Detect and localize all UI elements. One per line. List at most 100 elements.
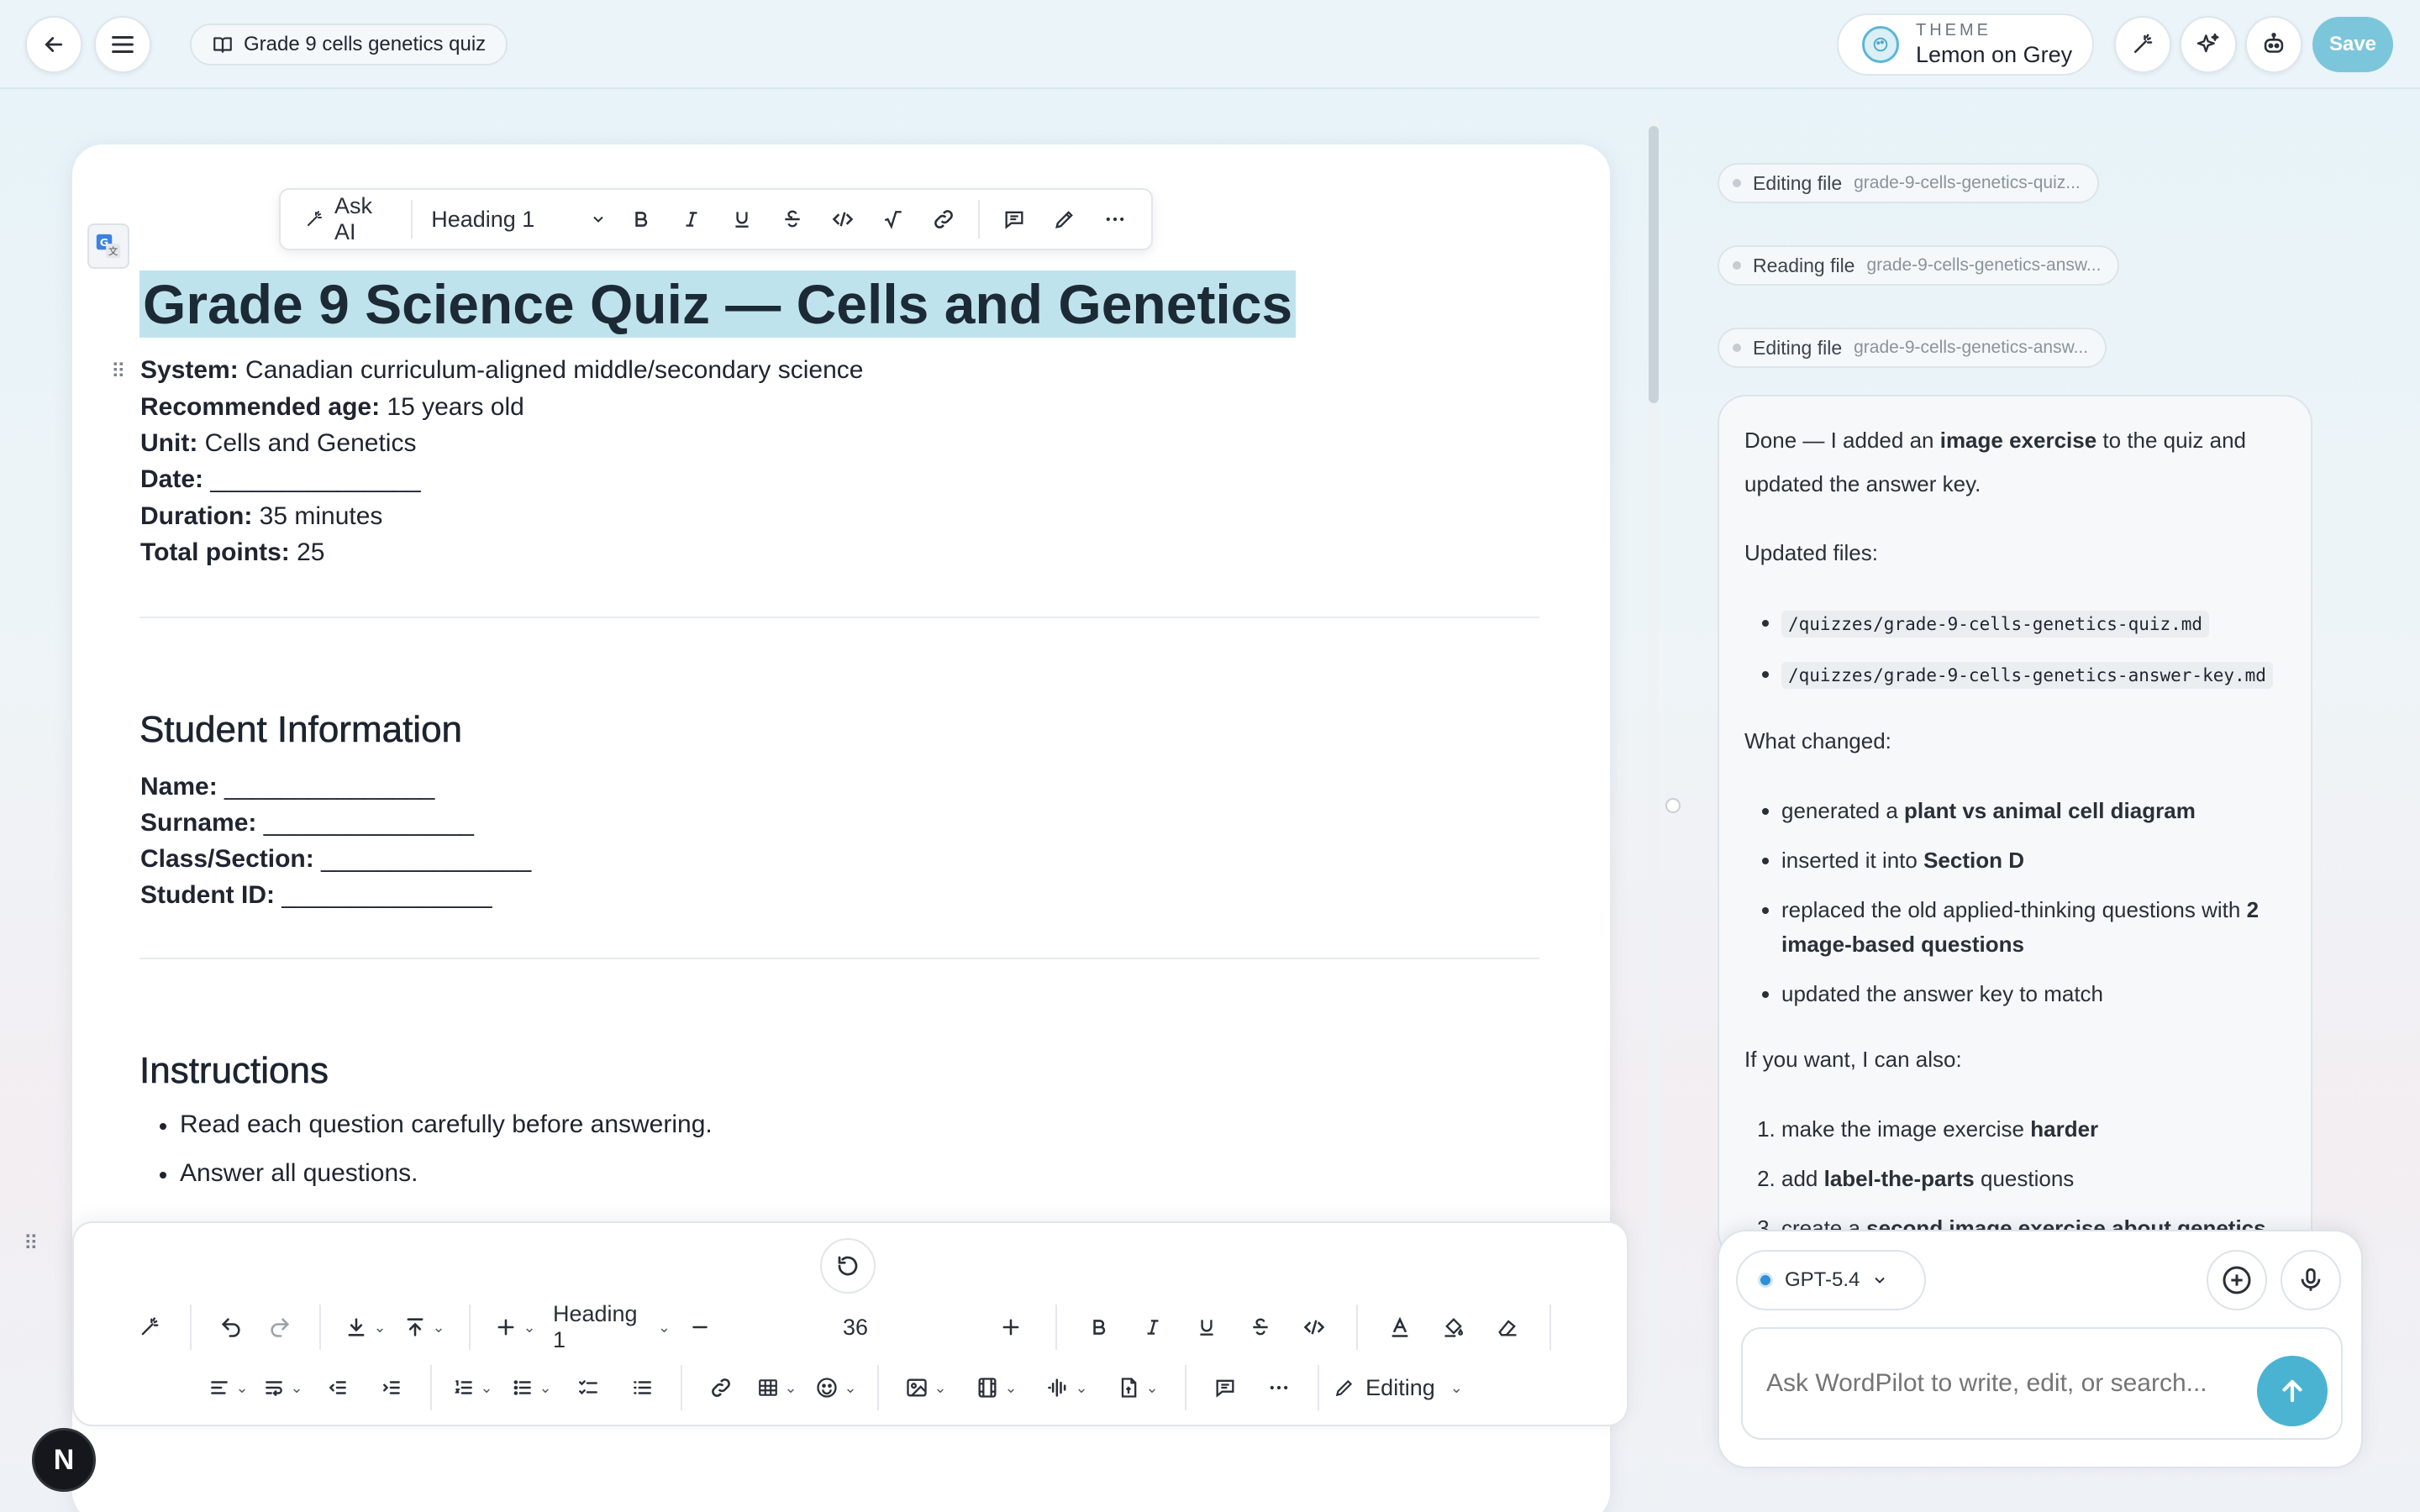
link-button[interactable] — [921, 197, 966, 242]
text-color-button[interactable] — [1373, 1305, 1427, 1350]
instruction-item[interactable]: Answer all questions. — [159, 1159, 418, 1188]
insert-button[interactable]: ⌄ — [486, 1305, 544, 1350]
insert-file-button[interactable]: ⌄ — [1102, 1365, 1173, 1410]
insert-emoji-button[interactable]: ⌄ — [807, 1365, 865, 1410]
translate-icon[interactable]: G文 — [87, 223, 129, 269]
chat-input[interactable] — [1741, 1327, 2343, 1440]
arrow-up-icon — [2282, 1379, 2302, 1403]
export-button[interactable]: ⌄ — [395, 1305, 454, 1350]
magic-wand-button[interactable] — [2114, 16, 2171, 73]
strikethrough-button[interactable] — [1234, 1305, 1287, 1350]
bullet-list-button[interactable]: ⌄ — [502, 1365, 561, 1410]
meta-date[interactable]: Date: _______________ — [140, 465, 421, 494]
document-title[interactable]: Grade 9 Science Quiz — Cells and Genetic… — [139, 270, 1297, 338]
reset-button[interactable] — [820, 1238, 876, 1294]
font-size-decrease-button[interactable] — [671, 1305, 729, 1350]
meta-unit[interactable]: Unit: Cells and Genetics — [140, 429, 416, 458]
align-button[interactable]: ⌄ — [202, 1365, 255, 1410]
send-button[interactable] — [2257, 1356, 2328, 1426]
italic-button[interactable] — [1126, 1305, 1180, 1350]
instructions-heading[interactable]: Instructions — [139, 1050, 329, 1092]
math-button[interactable] — [871, 197, 916, 242]
insert-table-button[interactable]: ⌄ — [748, 1365, 807, 1410]
document-title-pill[interactable]: Grade 9 cells genetics quiz — [190, 24, 508, 66]
insert-link-button[interactable] — [694, 1365, 748, 1410]
code-button[interactable] — [820, 197, 865, 242]
drag-handle-icon[interactable]: ⠿ — [111, 360, 126, 384]
meta-value: Canadian curriculum-aligned middle/secon… — [238, 356, 864, 384]
field-blank: _______________ — [217, 773, 435, 801]
save-button[interactable]: Save — [2312, 17, 2393, 72]
chevron-down-icon: ⌄ — [235, 1378, 249, 1396]
block-type-dropdown[interactable]: Heading 1 — [424, 197, 613, 242]
drag-handle-icon[interactable]: ⠿ — [24, 1231, 39, 1256]
italic-button[interactable] — [669, 197, 714, 242]
meta-system[interactable]: System: Canadian curriculum-aligned midd… — [140, 356, 863, 385]
code-icon — [1303, 1320, 1325, 1335]
fill-color-button[interactable] — [1427, 1305, 1481, 1350]
back-button[interactable] — [25, 16, 82, 73]
highlight-button[interactable] — [1042, 197, 1087, 242]
editing-mode-dropdown[interactable]: Editing ⌄ — [1331, 1365, 1465, 1410]
font-size-value[interactable]: 36 — [729, 1305, 981, 1350]
redo-button[interactable] — [255, 1305, 304, 1350]
file-path[interactable]: /quizzes/grade-9-cells-genetics-answer-k… — [1781, 662, 2273, 689]
insert-audio-button[interactable]: ⌄ — [1032, 1365, 1102, 1410]
student-name-field[interactable]: Name: _______________ — [140, 773, 434, 801]
indent-button[interactable] — [365, 1365, 418, 1410]
insert-comment-button[interactable] — [1198, 1365, 1252, 1410]
meta-value: Cells and Genetics — [197, 429, 417, 457]
line-spacing-button[interactable]: ⌄ — [255, 1365, 311, 1410]
ask-ai-button[interactable]: Ask AI — [294, 193, 399, 244]
insert-image-button[interactable]: ⌄ — [891, 1365, 961, 1410]
panel-resize-handle[interactable] — [1665, 798, 1681, 813]
meta-age[interactable]: Recommended age: 15 years old — [140, 393, 524, 422]
toc-button[interactable] — [615, 1365, 669, 1410]
checklist-button[interactable] — [561, 1365, 615, 1410]
clear-format-button[interactable] — [1481, 1305, 1534, 1350]
toolbar-row: ⌄ ⌄ ⌄ Heading 1 ⌄ 36 — [124, 1301, 1551, 1352]
divider — [139, 958, 1539, 959]
code-button[interactable] — [1287, 1305, 1341, 1350]
student-class-field[interactable]: Class/Section: _______________ — [140, 845, 531, 874]
instruction-item[interactable]: Read each question carefully before answ… — [160, 1110, 713, 1139]
sparkles-button[interactable] — [2180, 16, 2237, 73]
meta-points[interactable]: Total points: 25 — [140, 538, 324, 567]
model-selector[interactable]: GPT-5.4 — [1736, 1250, 1926, 1310]
numbered-list-button[interactable]: ⌄ — [444, 1365, 502, 1410]
underline-button[interactable] — [1180, 1305, 1234, 1350]
field-blank: _______________ — [313, 845, 532, 873]
assistant-bot-button[interactable] — [2245, 16, 2302, 73]
menu-button[interactable] — [94, 16, 151, 73]
strikethrough-button[interactable] — [770, 197, 815, 242]
undo-button[interactable] — [207, 1305, 255, 1350]
field-blank: _______________ — [274, 881, 492, 909]
outdent-button[interactable] — [311, 1365, 365, 1410]
attach-button[interactable] — [2207, 1250, 2267, 1310]
bold-button[interactable] — [1072, 1305, 1126, 1350]
editor-scrollbar-thumb[interactable] — [1649, 126, 1659, 403]
comment-button[interactable] — [992, 197, 1037, 242]
tool-activity-chip[interactable]: Editing file grade-9-cells-genetics-quiz… — [1718, 163, 2099, 203]
user-avatar[interactable]: N — [32, 1428, 96, 1492]
student-info-heading[interactable]: Student Information — [139, 709, 463, 751]
voice-input-button[interactable] — [2281, 1250, 2341, 1310]
underline-button[interactable] — [719, 197, 765, 242]
model-label: GPT-5.4 — [1785, 1268, 1860, 1291]
ai-wand-button[interactable] — [124, 1305, 175, 1350]
import-button[interactable]: ⌄ — [336, 1305, 395, 1350]
tool-activity-chip[interactable]: Editing file grade-9-cells-genetics-answ… — [1718, 328, 2107, 368]
more-options-button[interactable] — [1092, 197, 1138, 242]
theme-selector[interactable]: THEME Lemon on Grey — [1837, 13, 2094, 76]
file-path[interactable]: /quizzes/grade-9-cells-genetics-quiz.md — [1781, 611, 2210, 638]
insert-video-button[interactable]: ⌄ — [961, 1365, 1032, 1410]
student-id-field[interactable]: Student ID: _______________ — [140, 881, 492, 910]
bold-button[interactable] — [618, 197, 664, 242]
more-options-button[interactable] — [1252, 1365, 1306, 1410]
list-numbers-icon — [634, 1381, 651, 1394]
block-type-dropdown[interactable]: Heading 1 ⌄ — [544, 1301, 671, 1352]
meta-duration[interactable]: Duration: 35 minutes — [140, 502, 382, 531]
tool-activity-chip[interactable]: Reading file grade-9-cells-genetics-answ… — [1718, 245, 2120, 286]
font-size-increase-button[interactable] — [981, 1305, 1040, 1350]
student-surname-field[interactable]: Surname: _______________ — [140, 809, 474, 837]
